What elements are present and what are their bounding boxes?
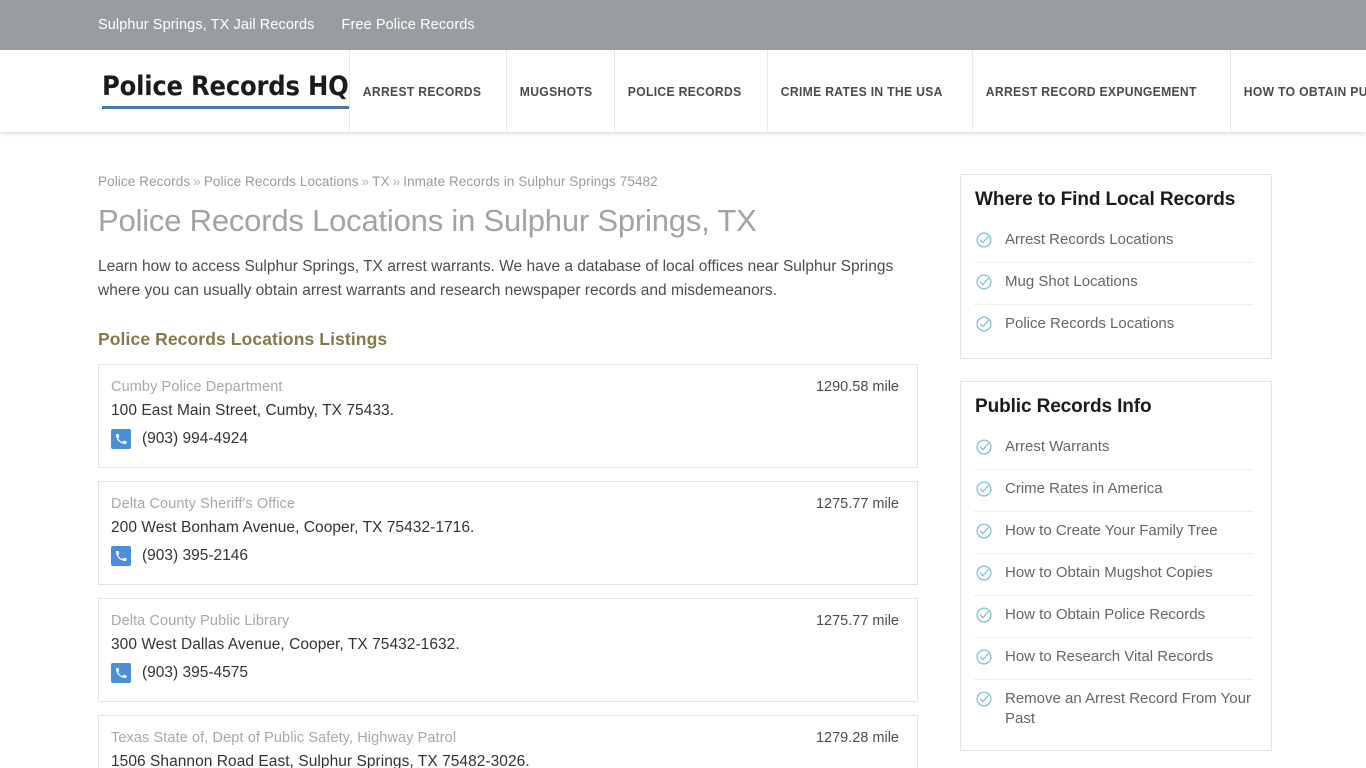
- listing-card[interactable]: Delta County Public Library 1275.77 mile…: [98, 597, 918, 702]
- breadcrumb-item-police-records-locations[interactable]: Police Records Locations: [204, 174, 359, 189]
- check-circle-icon: [975, 438, 993, 461]
- listing-header: Cumby Police Department 1290.58 mile: [111, 379, 899, 395]
- listing-name[interactable]: Cumby Police Department: [111, 379, 283, 395]
- main-navigation: ARREST RECORDS MUGSHOTS POLICE RECORDS C…: [348, 50, 1366, 132]
- listing-address: 200 West Bonham Avenue, Cooper, TX 75432…: [111, 518, 475, 536]
- list-item[interactable]: How to Create Your Family Tree: [975, 512, 1253, 554]
- list-item[interactable]: How to Obtain Mugshot Copies: [975, 554, 1253, 596]
- list-item[interactable]: Arrest Records Locations: [975, 221, 1253, 263]
- sidebar-link[interactable]: Arrest Warrants: [1005, 437, 1109, 457]
- listing-header: Texas State of, Dept of Public Safety, H…: [111, 730, 899, 746]
- topbar-link-jail-records[interactable]: Sulphur Springs, TX Jail Records: [98, 17, 315, 33]
- listing-phone-row: (903) 994-4924: [111, 428, 899, 449]
- list-item[interactable]: How to Obtain Police Records: [975, 596, 1253, 638]
- sidebar-link[interactable]: How to Obtain Mugshot Copies: [1005, 563, 1213, 583]
- sidebar-link[interactable]: Remove an Arrest Record From Your Past: [1005, 689, 1253, 730]
- listing-address: 100 East Main Street, Cumby, TX 75433.: [111, 401, 395, 419]
- listing-card[interactable]: Delta County Sheriff's Office 1275.77 mi…: [98, 480, 918, 585]
- listing-card[interactable]: Cumby Police Department 1290.58 mile 100…: [98, 363, 918, 468]
- check-circle-icon: [975, 273, 993, 296]
- listing-phone-number[interactable]: (903) 994-4924: [142, 430, 248, 448]
- logo-container[interactable]: Police Records HQ: [0, 50, 349, 132]
- sidebar-link[interactable]: Police Records Locations: [1005, 314, 1174, 334]
- listing-address: 1506 Shannon Road East, Sulphur Springs,…: [111, 752, 530, 768]
- nav-item-arrest-record-expungement[interactable]: ARREST RECORD EXPUNGEMENT: [971, 50, 1210, 132]
- check-circle-icon: [975, 231, 993, 254]
- listings-section-title: Police Records Locations Listings: [98, 328, 388, 349]
- listing-distance: 1275.77 mile: [815, 495, 899, 512]
- check-circle-icon: [975, 480, 993, 503]
- sidebar-link[interactable]: How to Create Your Family Tree: [1005, 521, 1218, 541]
- nav-item-arrest-records[interactable]: ARREST RECORDS: [348, 50, 494, 132]
- breadcrumb-item-current: Inmate Records in Sulphur Springs 75482: [403, 174, 658, 189]
- check-circle-icon: [975, 690, 993, 713]
- check-circle-icon: [975, 564, 993, 587]
- listing-name[interactable]: Delta County Sheriff's Office: [111, 496, 295, 512]
- top-utility-bar: Sulphur Springs, TX Jail Records Free Po…: [0, 0, 1366, 50]
- sidebar-link[interactable]: Crime Rates in America: [1005, 479, 1163, 499]
- list-item[interactable]: Crime Rates in America: [975, 470, 1253, 512]
- listing-header: Delta County Sheriff's Office 1275.77 mi…: [111, 496, 899, 512]
- phone-icon: [111, 662, 131, 683]
- breadcrumb-item-police-records[interactable]: Police Records: [98, 174, 190, 189]
- list-item[interactable]: Mug Shot Locations: [975, 263, 1253, 305]
- check-circle-icon: [975, 648, 993, 671]
- listing-phone-number[interactable]: (903) 395-2146: [142, 547, 248, 565]
- page-title: Police Records Locations in Sulphur Spri…: [98, 203, 757, 238]
- listing-distance: 1279.28 mile: [815, 729, 899, 746]
- check-circle-icon: [975, 315, 993, 338]
- listing-name[interactable]: Delta County Public Library: [111, 613, 289, 629]
- list-item[interactable]: How to Research Vital Records: [975, 638, 1253, 680]
- sidebar: Where to Find Local Records Arrest Recor…: [960, 174, 1272, 768]
- listing-address: 300 West Dallas Avenue, Cooper, TX 75432…: [111, 635, 460, 653]
- breadcrumb-separator: »: [361, 174, 370, 189]
- listing-name[interactable]: Texas State of, Dept of Public Safety, H…: [111, 730, 456, 746]
- listing-distance: 1275.77 mile: [815, 612, 899, 629]
- sidebar-link[interactable]: How to Research Vital Records: [1005, 647, 1213, 667]
- listing-phone-number[interactable]: (903) 395-4575: [142, 664, 248, 682]
- breadcrumb: Police Records» Police Records Locations»…: [98, 174, 918, 189]
- nav-item-how-to-obtain-public-records[interactable]: HOW TO OBTAIN PUBLIC RECORDS: [1230, 50, 1366, 132]
- intro-paragraph: Learn how to access Sulphur Springs, TX …: [98, 257, 894, 299]
- listing-distance: 1290.58 mile: [815, 378, 899, 395]
- breadcrumb-item-tx[interactable]: TX: [372, 174, 389, 189]
- list-item[interactable]: Remove an Arrest Record From Your Past: [975, 680, 1253, 738]
- listing-card[interactable]: Texas State of, Dept of Public Safety, H…: [98, 714, 918, 768]
- nav-item-mugshots[interactable]: MUGSHOTS: [506, 50, 605, 132]
- page-body: Police Records» Police Records Locations»…: [0, 132, 1366, 768]
- site-header: Police Records HQ ARREST RECORDS MUGSHOT…: [0, 50, 1366, 132]
- breadcrumb-separator: »: [193, 174, 201, 189]
- listing-phone-row: (903) 395-2146: [111, 545, 899, 566]
- widget-public-records-info: Public Records Info Arrest Warrants Crim…: [960, 381, 1272, 751]
- widget-link-list: Arrest Warrants Crime Rates in America H…: [975, 428, 1253, 738]
- check-circle-icon: [975, 606, 993, 629]
- site-logo[interactable]: Police Records HQ: [102, 73, 349, 109]
- phone-icon: [111, 545, 131, 566]
- main-content: Police Records» Police Records Locations»…: [98, 174, 918, 768]
- listing-header: Delta County Public Library 1275.77 mile: [111, 613, 899, 629]
- sidebar-link[interactable]: How to Obtain Police Records: [1005, 605, 1205, 625]
- listing-phone-row: (903) 395-4575: [111, 662, 899, 683]
- breadcrumb-separator: »: [392, 174, 401, 189]
- sidebar-link[interactable]: Arrest Records Locations: [1005, 230, 1173, 250]
- nav-item-police-records[interactable]: POLICE RECORDS: [614, 50, 754, 132]
- topbar-link-free-police-records[interactable]: Free Police Records: [342, 17, 475, 33]
- widget-title: Public Records Info: [975, 396, 1152, 417]
- phone-icon: [111, 428, 131, 449]
- check-circle-icon: [975, 522, 993, 545]
- widget-link-list: Arrest Records Locations Mug Shot Locati…: [975, 221, 1253, 346]
- widget-title: Where to Find Local Records: [975, 189, 1236, 210]
- nav-item-crime-rates-in-the-usa[interactable]: CRIME RATES IN THE USA: [766, 50, 956, 132]
- widget-where-to-find-local-records: Where to Find Local Records Arrest Recor…: [960, 174, 1272, 359]
- list-item[interactable]: Police Records Locations: [975, 305, 1253, 346]
- list-item[interactable]: Arrest Warrants: [975, 428, 1253, 470]
- sidebar-link[interactable]: Mug Shot Locations: [1005, 272, 1138, 292]
